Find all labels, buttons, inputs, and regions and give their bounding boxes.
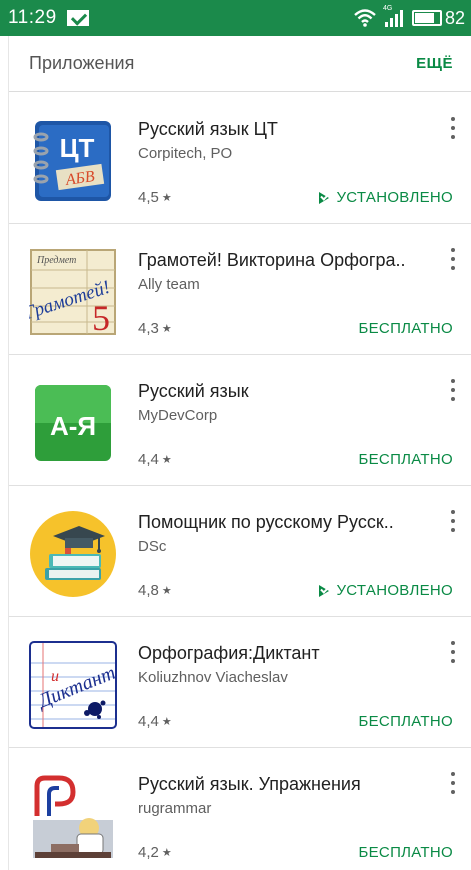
diktant-icon[interactable]: Диктант и [29, 641, 117, 729]
app-rating: 4,2 ★ [138, 844, 172, 861]
status-label: УСТАНОВЛЕНО [336, 189, 453, 206]
app-developer: Koliuzhnov Viacheslav [138, 669, 288, 686]
network-type-label: 4G [382, 5, 393, 12]
rating-value: 4,8 [138, 582, 159, 599]
app-rating: 4,4 ★ [138, 451, 172, 468]
app-row[interactable]: А-Я Русский язык MyDevCorp 4,4 ★ БЕСПЛАТН… [9, 355, 471, 486]
rating-value: 4,4 [138, 713, 159, 730]
section-header: Приложения ЕЩЁ [9, 36, 471, 92]
installed-icon [319, 192, 330, 204]
app-row[interactable]: ЦТ АБВ Русский язык ЦТ Corpitech, PO 4,5… [9, 93, 471, 224]
rating-value: 4,5 [138, 189, 159, 206]
app-developer: Corpitech, PO [138, 145, 233, 162]
wifi-icon [354, 9, 376, 27]
app-status[interactable]: БЕСПЛАТНО [358, 320, 453, 337]
icon-text-correction: и [51, 668, 59, 685]
star-icon: ★ [161, 585, 172, 597]
rugrammar-icon[interactable] [29, 772, 117, 860]
section-title: Приложения [29, 53, 135, 73]
ct-abv-icon[interactable]: ЦТ АБВ [29, 117, 117, 205]
gramotey-icon[interactable]: Предмет Грамотей! 5 [29, 248, 117, 336]
a-ya-icon[interactable]: А-Я [29, 379, 117, 467]
app-row[interactable]: Диктант и Орфография:Диктант Koliuzhnov … [9, 617, 471, 748]
app-name[interactable]: Русский язык [138, 381, 438, 402]
status-label[interactable]: БЕСПЛАТНО [358, 713, 453, 730]
app-developer: DSc [138, 538, 167, 555]
battery-icon [411, 10, 442, 26]
app-row[interactable]: Предмет Грамотей! 5 Грамотей! Викторина … [9, 224, 471, 355]
overflow-menu-icon[interactable] [448, 510, 458, 532]
app-name[interactable]: Помощник по русскому Русск.. [138, 512, 438, 533]
app-status: УСТАНОВЛЕНО [319, 582, 453, 599]
app-status[interactable]: БЕСПЛАТНО [358, 451, 453, 468]
cellular-signal-icon: 4G [383, 5, 403, 27]
status-bar: 11:29 4G 82 [0, 0, 471, 36]
app-developer: Ally team [138, 276, 200, 293]
app-name[interactable]: Русский язык. Упражнения [138, 774, 438, 795]
rating-value: 4,3 [138, 320, 159, 337]
apps-list-card: Приложения ЕЩЁ ЦТ АБВ Русский язык ЦТ Co… [8, 36, 471, 870]
star-icon: ★ [161, 192, 172, 204]
status-label: УСТАНОВЛЕНО [336, 582, 453, 599]
icon-text-predmet: Предмет [36, 255, 76, 266]
app-developer: MyDevCorp [138, 407, 218, 424]
status-indicators: 4G 82 [354, 0, 465, 36]
app-name[interactable]: Грамотей! Викторина Орфогра.. [138, 250, 438, 271]
app-name[interactable]: Орфография:Диктант [138, 643, 438, 664]
overflow-menu-icon[interactable] [448, 117, 458, 139]
books-graduation-icon[interactable] [29, 510, 117, 598]
star-icon: ★ [161, 323, 172, 335]
rating-value: 4,2 [138, 844, 159, 861]
overflow-menu-icon[interactable] [448, 379, 458, 401]
status-label[interactable]: БЕСПЛАТНО [358, 320, 453, 337]
app-rating: 4,4 ★ [138, 713, 172, 730]
star-icon: ★ [161, 454, 172, 466]
star-icon: ★ [161, 716, 172, 728]
icon-text-ct: ЦТ [60, 133, 95, 163]
overflow-menu-icon[interactable] [448, 248, 458, 270]
battery-percent: 82 [444, 7, 465, 28]
status-label[interactable]: БЕСПЛАТНО [358, 844, 453, 861]
app-rating: 4,5 ★ [138, 189, 172, 206]
app-row[interactable]: Русский язык. Упражнения rugrammar 4,2 ★ … [9, 748, 471, 870]
app-developer: rugrammar [138, 800, 212, 817]
overflow-menu-icon[interactable] [448, 641, 458, 663]
installed-icon [319, 585, 330, 597]
app-status: УСТАНОВЛЕНО [319, 189, 453, 206]
star-icon: ★ [161, 847, 172, 859]
status-time: 11:29 [8, 7, 57, 28]
app-row[interactable]: Помощник по русскому Русск.. DSc 4,8 ★ УС… [9, 486, 471, 617]
app-status[interactable]: БЕСПЛАТНО [358, 713, 453, 730]
app-status[interactable]: БЕСПЛАТНО [358, 844, 453, 861]
app-rating: 4,8 ★ [138, 582, 172, 599]
icon-text-a-ya: А-Я [50, 411, 96, 441]
more-button[interactable]: ЕЩЁ [416, 55, 453, 72]
app-rating: 4,3 ★ [138, 320, 172, 337]
icon-text-grade: 5 [92, 298, 110, 336]
overflow-menu-icon[interactable] [448, 772, 458, 794]
message-notification-icon [66, 10, 89, 26]
app-name[interactable]: Русский язык ЦТ [138, 119, 438, 140]
status-label[interactable]: БЕСПЛАТНО [358, 451, 453, 468]
rating-value: 4,4 [138, 451, 159, 468]
